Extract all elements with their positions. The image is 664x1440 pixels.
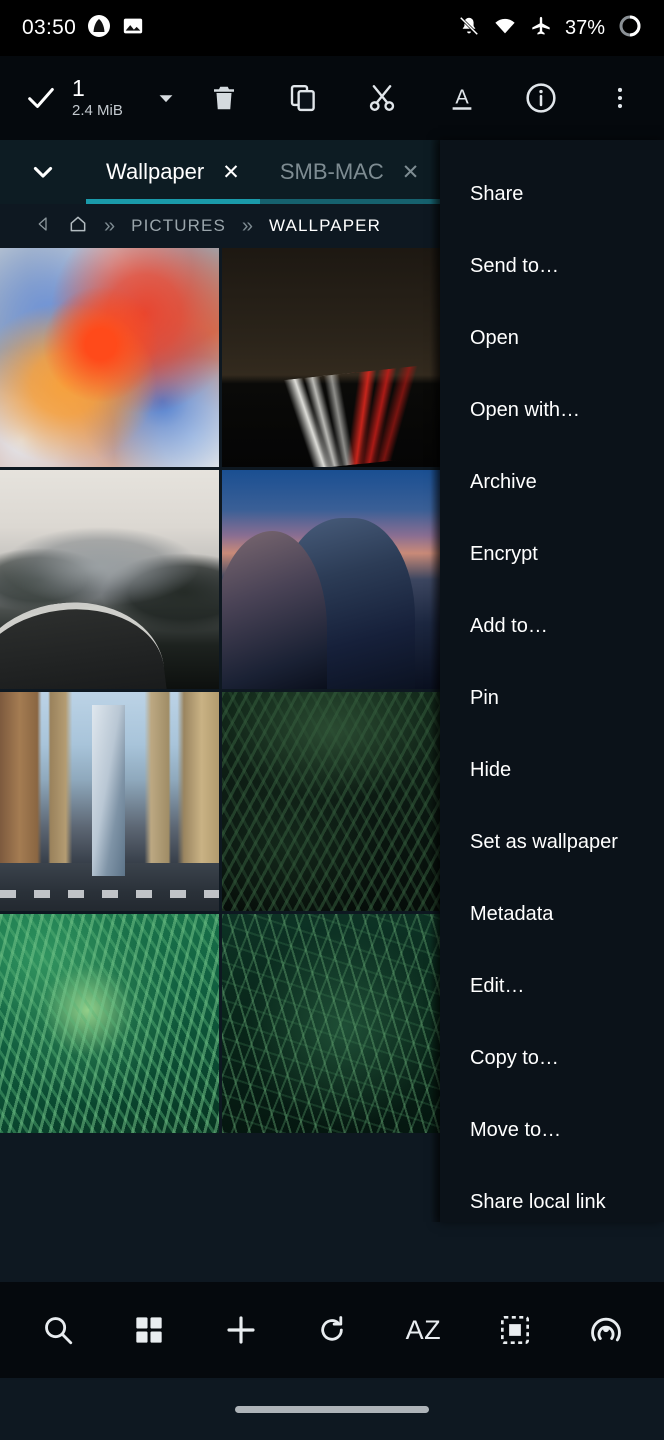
menu-item-add-to[interactable]: Add to… [440,590,664,662]
thumbnail-image [222,692,441,911]
menu-item-open[interactable]: Open [440,302,664,374]
broadcast-icon[interactable] [575,1299,637,1361]
selection-action-bar: 1 2.4 MiB A [0,56,664,140]
selection-count: 1 [72,75,85,101]
menu-item-hide[interactable]: Hide [440,734,664,806]
tab-wallpaper[interactable]: Wallpaper ✕ [86,140,260,204]
add-button[interactable] [210,1299,272,1361]
menu-item-share[interactable]: Share [440,158,664,230]
menu-item-open-with[interactable]: Open with… [440,374,664,446]
tab-list-expand-button[interactable] [0,140,86,204]
thumbnail-image [222,248,441,467]
thumbnail-dark-grass[interactable] [222,914,441,1133]
refresh-button[interactable] [301,1299,363,1361]
breadcrumb-separator: » [104,214,116,237]
status-bar-left: 03:50 [22,14,144,43]
menu-item-edit[interactable]: Edit… [440,950,664,1022]
sort-label: AZ [405,1314,442,1345]
svg-text:A: A [455,87,469,109]
battery-circle-icon [618,14,642,43]
thumbnail-twilight-half-dome[interactable] [222,470,441,689]
thumbnail-image [222,470,441,689]
info-button[interactable] [515,82,567,114]
breadcrumb-item-pictures[interactable]: PICTURES [131,216,226,236]
confirm-selection-button[interactable] [18,81,64,115]
tab-smb-mac[interactable]: SMB-MAC ✕ [259,140,440,204]
thumbnail-night-highway[interactable] [222,248,441,467]
wifi-icon [493,15,517,42]
sort-button[interactable]: AZ [392,1299,454,1361]
menu-edge-shadow [430,140,440,1222]
home-icon[interactable] [68,214,88,239]
thumbnail-image [0,248,219,467]
status-bar-clock: 03:50 [22,16,77,39]
thumbnail-image [0,914,219,1133]
file-manager-screen: 03:50 37% 1 2.4 MiB A Wallpaper ✕ SMB-MA… [0,0,664,1440]
view-mode-button[interactable] [118,1299,180,1361]
selection-size: 2.4 MiB [72,102,123,119]
copy-button[interactable] [277,83,329,113]
selection-dropdown-button[interactable] [138,87,194,109]
thumbnail-city-street[interactable] [0,692,219,911]
tab-close-icon[interactable]: ✕ [402,162,420,183]
thumbnail-image [0,692,219,911]
thumbnail-image [222,914,441,1133]
breadcrumb-separator: » [241,214,254,237]
battery-percent-label: 37% [564,16,605,39]
rename-button[interactable]: A [436,83,488,113]
status-bar-right: 37% [458,14,642,43]
menu-item-send-to[interactable]: Send to… [440,230,664,302]
menu-item-copy-to[interactable]: Copy to… [440,1022,664,1094]
menu-item-archive[interactable]: Archive [440,446,664,518]
cut-button[interactable] [356,83,408,113]
menu-item-encrypt[interactable]: Encrypt [440,518,664,590]
search-button[interactable] [27,1299,89,1361]
context-menu: Share Send to… Open Open with… Archive E… [440,140,664,1222]
tab-label: SMB-MAC [279,159,384,184]
airplane-mode-icon [530,15,552,42]
breadcrumb-item-wallpaper[interactable]: WALLPAPER [269,216,381,236]
tab-label: Wallpaper [106,159,205,184]
menu-item-share-local-link[interactable]: Share local link [440,1166,664,1238]
menu-item-metadata[interactable]: Metadata [440,878,664,950]
select-all-button[interactable] [484,1299,546,1361]
overflow-menu-button[interactable] [594,83,646,113]
menu-item-set-as-wallpaper[interactable]: Set as wallpaper [440,806,664,878]
delete-button[interactable] [198,83,250,113]
status-bar: 03:50 37% [0,0,664,56]
home-gesture-pill[interactable] [235,1405,429,1413]
bottom-navigation-bar: AZ [0,1282,664,1378]
image-icon [122,15,144,42]
thumbnail-detail [0,862,219,911]
thumbnail-dark-palm-leaves[interactable] [222,692,441,911]
thumbnail-green-fern[interactable] [0,914,219,1133]
menu-item-move-to[interactable]: Move to… [440,1094,664,1166]
vpn-key-icon [87,14,111,43]
menu-item-pin[interactable]: Pin [440,662,664,734]
tab-close-icon[interactable]: ✕ [222,162,240,183]
thumbnail-image [0,470,219,689]
gesture-navigation-bar [0,1378,664,1440]
back-triangle-icon[interactable] [34,215,52,238]
thumbnail-paint-explosion[interactable] [0,248,219,467]
notifications-muted-icon [458,15,480,42]
selection-summary: 1 2.4 MiB [64,76,138,120]
thumbnail-misty-mountain-road[interactable] [0,470,219,689]
action-icon-row: A [194,82,646,114]
